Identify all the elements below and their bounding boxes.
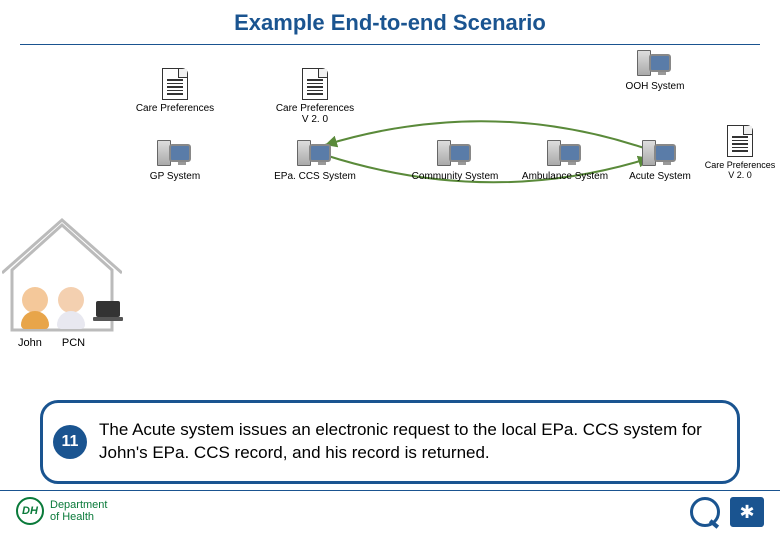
- avatar-icon: [22, 287, 48, 313]
- node-ooh: OOH System: [615, 50, 695, 92]
- divider: [20, 44, 760, 45]
- label-community: Community System: [405, 171, 505, 182]
- label-gp: GP System: [140, 171, 210, 182]
- node-gp: GP System: [140, 140, 210, 182]
- label-pcn: PCN: [62, 337, 85, 349]
- node-epaccs: EPa. CCS System: [265, 140, 365, 182]
- node-community: Community System: [405, 140, 505, 182]
- computer-icon: [547, 140, 583, 168]
- node-acute: Acute System: [620, 140, 700, 182]
- footer-brand: DH Department of Health: [16, 497, 107, 525]
- snowflake-logo-icon: ✱: [730, 497, 764, 527]
- person-john: [20, 287, 50, 329]
- computer-icon: [637, 50, 673, 78]
- label-ambulance: Ambulance System: [515, 171, 615, 182]
- node-care-pref: Care Preferences: [130, 68, 220, 114]
- page-title: Example End-to-end Scenario: [0, 0, 780, 36]
- label-ooh: OOH System: [615, 81, 695, 92]
- computer-icon: [437, 140, 473, 168]
- document-icon: [727, 125, 753, 157]
- label-john: John: [18, 337, 42, 349]
- person-pcn: [56, 287, 86, 329]
- label-care-pref: Care Preferences: [130, 103, 220, 114]
- node-care-pref-v2b: Care Preferences V 2. 0: [700, 125, 780, 180]
- diagram-area: OOH System Care Preferences Care Prefere…: [0, 50, 780, 320]
- q-logo-icon: [690, 497, 720, 527]
- document-icon: [302, 68, 328, 100]
- label-acute: Acute System: [620, 171, 700, 182]
- step-text: The Acute system issues an electronic re…: [99, 419, 721, 465]
- computer-icon: [157, 140, 193, 168]
- document-icon: [162, 68, 188, 100]
- footer-logos: ✱: [690, 497, 764, 527]
- node-ambulance: Ambulance System: [515, 140, 615, 182]
- step-number-badge: 11: [53, 425, 87, 459]
- label-care-pref-v2b: Care Preferences V 2. 0: [700, 160, 780, 180]
- computer-icon: [297, 140, 333, 168]
- step-callout: 11 The Acute system issues an electronic…: [40, 400, 740, 484]
- dept-line2: of Health: [50, 511, 107, 523]
- footer: DH Department of Health ✱: [0, 490, 780, 534]
- dept-line1: Department: [50, 499, 107, 511]
- avatar-icon: [58, 287, 84, 313]
- label-epaccs: EPa. CCS System: [265, 171, 365, 182]
- node-care-pref-v2a: Care Preferences V 2. 0: [265, 68, 365, 125]
- laptop-icon: [92, 301, 120, 329]
- house: John PCN: [8, 245, 128, 365]
- label-care-pref-v2a: Care Preferences V 2. 0: [265, 103, 365, 125]
- computer-icon: [642, 140, 678, 168]
- dh-logo-icon: DH: [16, 497, 44, 525]
